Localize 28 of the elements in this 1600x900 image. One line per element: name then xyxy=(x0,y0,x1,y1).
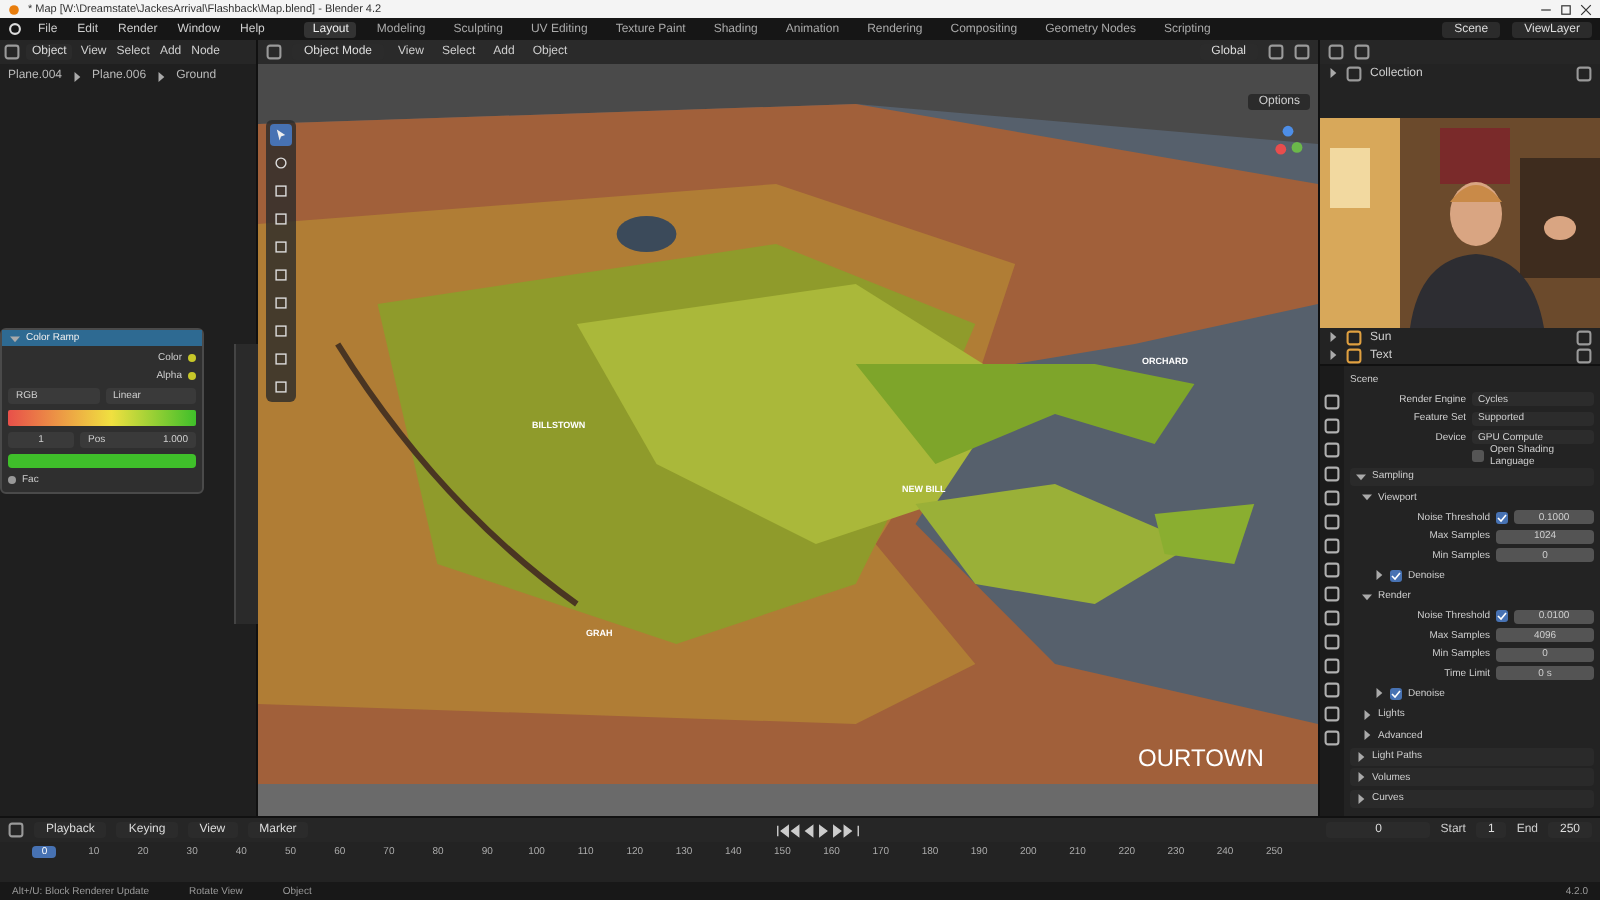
maximize-icon[interactable] xyxy=(1560,3,1572,15)
caret-icon[interactable] xyxy=(1356,772,1366,782)
socket-icon[interactable] xyxy=(8,476,16,484)
close-icon[interactable] xyxy=(1580,3,1592,15)
socket-icon[interactable] xyxy=(188,354,196,362)
logo-icon[interactable] xyxy=(8,22,22,36)
checkbox[interactable] xyxy=(1390,569,1402,581)
checkbox[interactable] xyxy=(1496,610,1508,622)
socket-icon[interactable] xyxy=(188,372,196,380)
caret-icon[interactable] xyxy=(1362,709,1372,719)
minimize-icon[interactable] xyxy=(1540,3,1552,15)
caret-icon[interactable] xyxy=(1328,68,1338,78)
app-icon xyxy=(8,3,20,15)
caret-icon[interactable] xyxy=(1362,591,1372,601)
color-swatch[interactable] xyxy=(8,454,196,468)
caret-icon[interactable] xyxy=(1362,492,1372,502)
checkbox[interactable] xyxy=(1496,511,1508,523)
caret-icon[interactable] xyxy=(1356,751,1366,761)
caret-icon[interactable] xyxy=(1374,688,1384,698)
caret-icon[interactable] xyxy=(72,71,83,81)
caret-icon[interactable] xyxy=(156,71,167,81)
caret-icon[interactable] xyxy=(1374,570,1384,580)
caret-icon[interactable] xyxy=(1356,471,1366,481)
checkbox[interactable] xyxy=(1472,450,1484,462)
caret-icon[interactable] xyxy=(1356,793,1366,803)
caret-icon[interactable] xyxy=(1362,730,1372,740)
gradient-bar[interactable] xyxy=(8,410,196,426)
checkbox[interactable] xyxy=(1390,687,1402,699)
